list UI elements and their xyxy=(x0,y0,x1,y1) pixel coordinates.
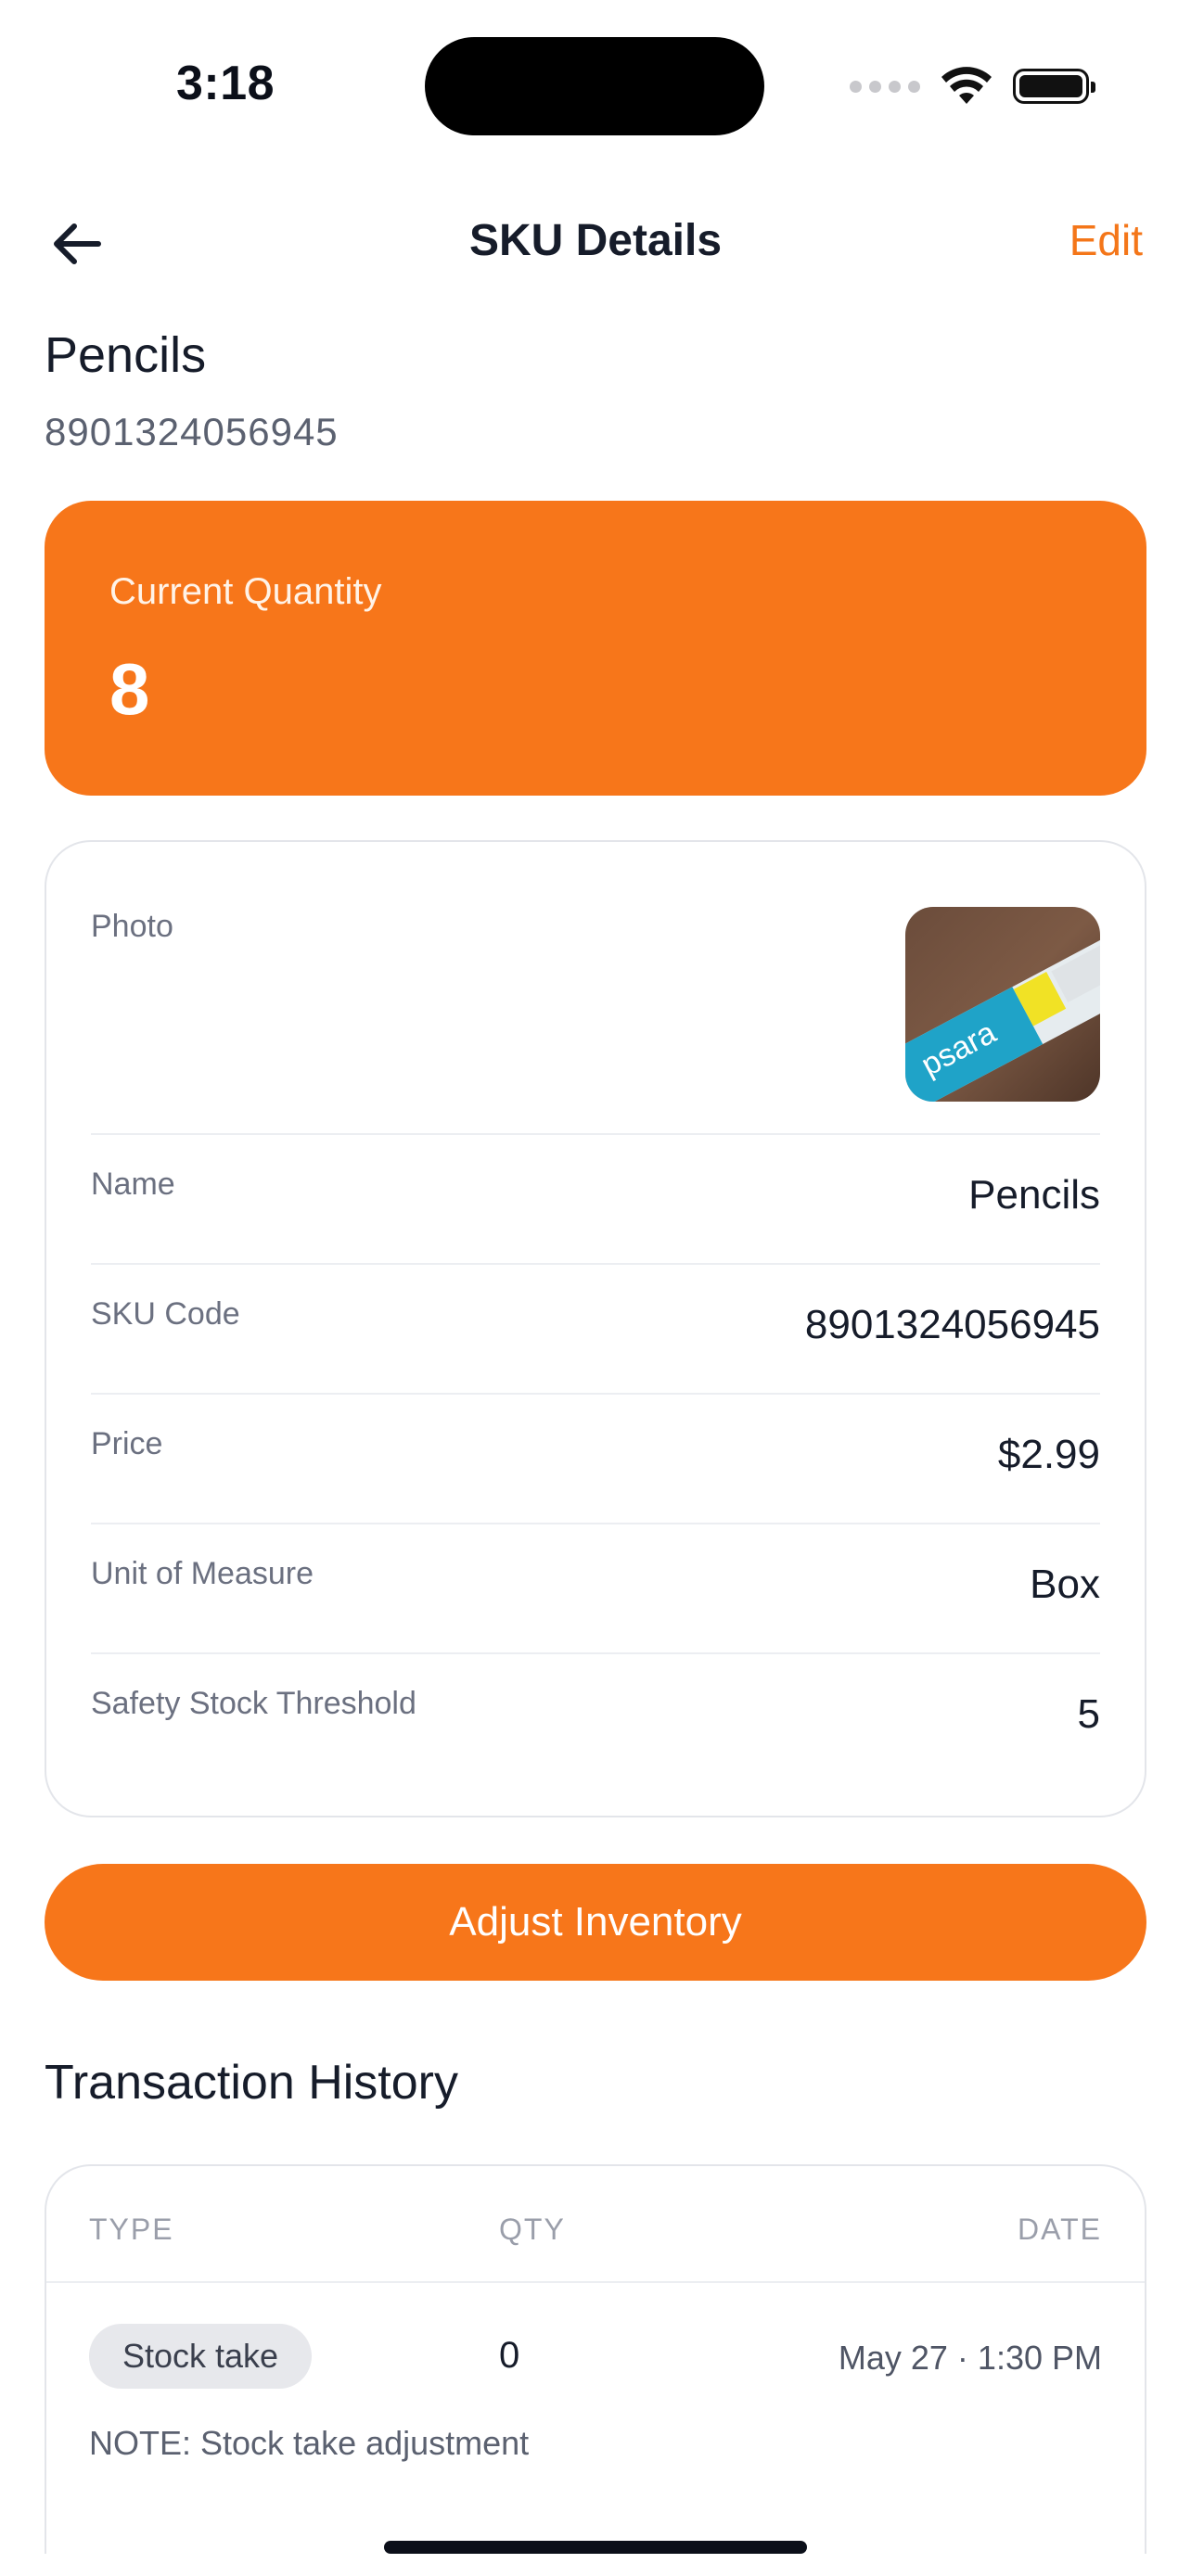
cellular-signal-icon xyxy=(850,80,920,93)
wifi-icon xyxy=(941,67,992,104)
detail-row-price: Price $2.99 xyxy=(91,1393,1100,1524)
column-header-type: TYPE xyxy=(89,2213,174,2246)
current-quantity-label: Current Quantity xyxy=(109,571,382,612)
transaction-note: NOTE: Stock take adjustment xyxy=(89,2424,530,2462)
sku-details-card: Photo psara Name Pencils SKU Code 890132… xyxy=(45,840,1146,1817)
column-header-qty: QTY xyxy=(499,2213,566,2246)
adjust-inventory-button[interactable]: Adjust Inventory xyxy=(45,1864,1146,1981)
photo-label: Photo xyxy=(91,909,173,944)
detail-row-sku-code: SKU Code 8901324056945 xyxy=(91,1263,1100,1395)
table-header: TYPE QTY DATE xyxy=(46,2166,1145,2283)
battery-icon xyxy=(1013,69,1095,104)
product-photo[interactable]: psara xyxy=(905,907,1100,1102)
unit-of-measure-label: Unit of Measure xyxy=(91,1556,314,1591)
sku-code-label: SKU Code xyxy=(91,1296,240,1332)
transaction-history-title: Transaction History xyxy=(45,2056,458,2110)
detail-row-photo: Photo psara xyxy=(91,842,1100,1135)
current-quantity-value: 8 xyxy=(109,648,150,730)
page-title: SKU Details xyxy=(468,216,723,265)
safety-stock-value: 5 xyxy=(1077,1691,1100,1737)
name-label: Name xyxy=(91,1167,175,1202)
transaction-history-table: TYPE QTY DATE Stock take 0 May 27 · 1:30… xyxy=(45,2164,1146,2554)
sku-code-value: 8901324056945 xyxy=(804,1302,1100,1347)
status-icons xyxy=(850,63,1095,109)
detail-row-safety-stock: Safety Stock Threshold 5 xyxy=(91,1652,1100,1782)
edit-button[interactable]: Edit xyxy=(1069,215,1143,265)
detail-row-name: Name Pencils xyxy=(91,1133,1100,1265)
date-cell: May 27 · 1:30 PM xyxy=(838,2339,1102,2377)
sku-code: 8901324056945 xyxy=(45,410,339,453)
safety-stock-label: Safety Stock Threshold xyxy=(91,1686,416,1721)
qty-cell: 0 xyxy=(499,2335,520,2376)
sku-name: Pencils xyxy=(45,327,207,383)
type-badge: Stock take xyxy=(89,2324,313,2389)
unit-of-measure-value: Box xyxy=(1030,1562,1100,1607)
dynamic-island xyxy=(425,37,764,135)
price-value: $2.99 xyxy=(997,1432,1100,1477)
home-indicator[interactable] xyxy=(384,2541,807,2554)
status-time: 3:18 xyxy=(176,57,275,110)
name-value: Pencils xyxy=(968,1172,1100,1218)
detail-row-unit: Unit of Measure Box xyxy=(91,1523,1100,1654)
column-header-date: DATE xyxy=(1018,2213,1102,2246)
current-quantity-card: Current Quantity 8 xyxy=(45,501,1146,796)
price-label: Price xyxy=(91,1426,163,1461)
